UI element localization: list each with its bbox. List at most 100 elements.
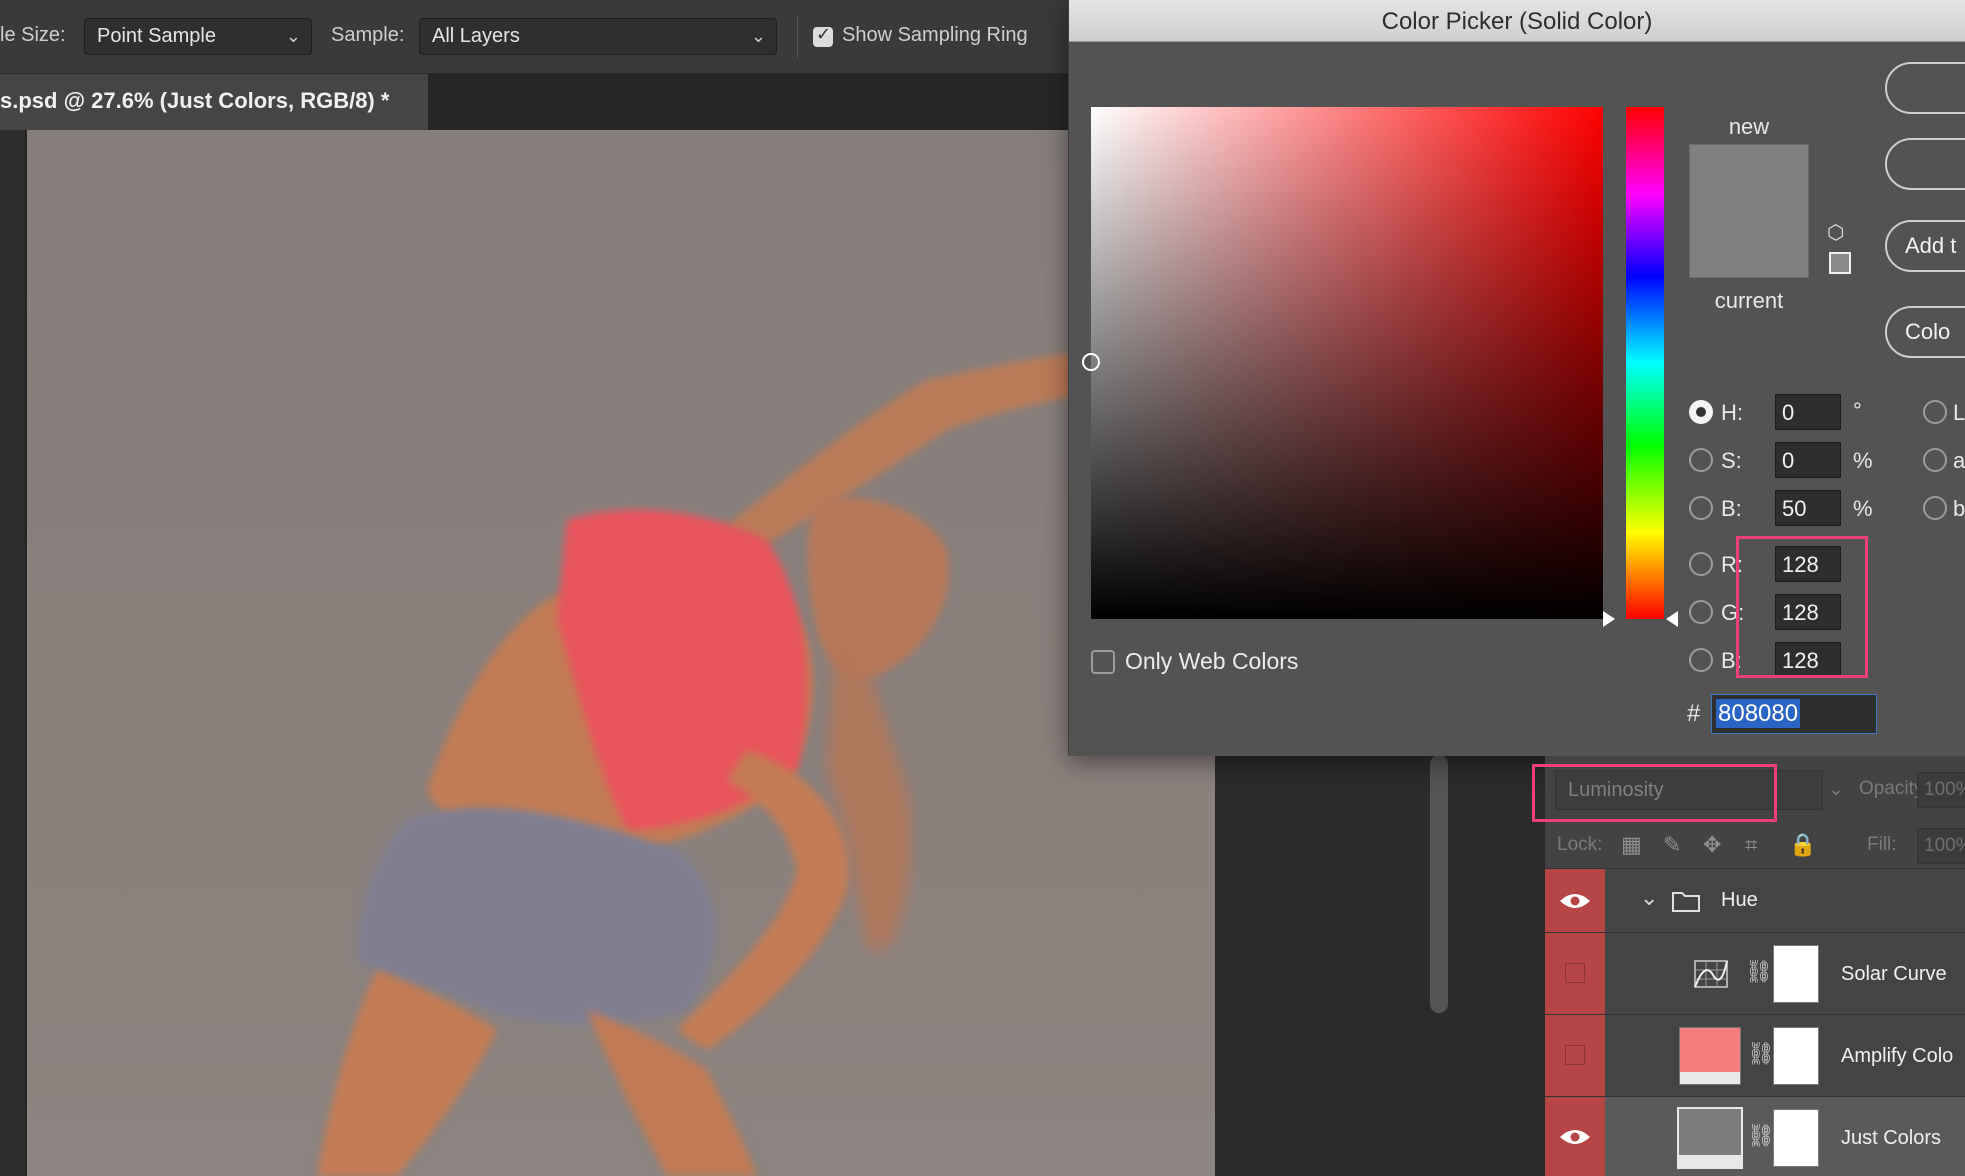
lock-label: Lock: bbox=[1557, 834, 1603, 855]
sample-size-value: Point Sample bbox=[97, 25, 216, 47]
sample-select[interactable]: All Layers ⌄ bbox=[419, 18, 777, 55]
vertical-ruler bbox=[0, 130, 26, 1176]
visibility-column bbox=[1545, 933, 1605, 1014]
rgb-highlight bbox=[1736, 536, 1868, 678]
eye-icon[interactable] bbox=[1559, 891, 1591, 911]
layer-name: Just Colors bbox=[1841, 1127, 1942, 1149]
lock-transparent-pixels-icon[interactable]: ▦ bbox=[1621, 832, 1642, 858]
document-tab[interactable]: s.psd @ 27.6% (Just Colors, RGB/8) * bbox=[0, 74, 428, 130]
current-color-label: current bbox=[1714, 288, 1784, 313]
opacity-input[interactable]: 100% bbox=[1917, 772, 1965, 808]
hue-input[interactable]: 0 bbox=[1775, 394, 1841, 430]
link-icon[interactable]: ⛓ bbox=[1745, 959, 1773, 985]
photoshop-window: le Size: Point Sample ⌄ Sample: All Laye… bbox=[0, 0, 1965, 1176]
add-to-swatches-button[interactable]: Add t bbox=[1885, 220, 1965, 272]
hex-input[interactable]: 808080 bbox=[1711, 694, 1877, 734]
lightness-label: L bbox=[1953, 400, 1965, 425]
brightness-input[interactable]: 50 bbox=[1775, 490, 1841, 526]
green-radio[interactable] bbox=[1689, 600, 1713, 624]
cube-icon[interactable]: ⬡ bbox=[1827, 220, 1844, 245]
layer-thumbnail[interactable] bbox=[1679, 1027, 1741, 1085]
visibility-toggle[interactable] bbox=[1565, 963, 1585, 983]
hue-slider[interactable] bbox=[1626, 107, 1664, 619]
lightness-radio[interactable] bbox=[1923, 400, 1947, 424]
dialog-titlebar[interactable]: Color Picker (Solid Color) bbox=[1069, 0, 1965, 42]
saturation-input[interactable]: 0 bbox=[1775, 442, 1841, 478]
color-cursor[interactable] bbox=[1082, 353, 1100, 371]
curves-adjustment-icon bbox=[1694, 960, 1728, 988]
document-canvas[interactable] bbox=[27, 130, 1215, 1176]
web-safe-swatch-icon[interactable] bbox=[1829, 252, 1851, 274]
layer-mask-thumbnail[interactable] bbox=[1773, 1109, 1819, 1167]
layer-row-hue[interactable]: ⌄ Hue bbox=[1545, 868, 1965, 932]
dialog-title: Color Picker (Solid Color) bbox=[1381, 8, 1653, 35]
canvas-image bbox=[317, 344, 1215, 1176]
visibility-column bbox=[1545, 1015, 1605, 1096]
document-tab-bar: s.psd @ 27.6% (Just Colors, RGB/8) * bbox=[0, 74, 1100, 130]
visibility-column bbox=[1545, 1097, 1605, 1176]
hex-value: 808080 bbox=[1716, 699, 1801, 728]
sample-size-label: le Size: bbox=[0, 24, 66, 46]
color-swatch[interactable] bbox=[1689, 144, 1809, 278]
link-icon[interactable]: ⛓ bbox=[1747, 1123, 1775, 1149]
visibility-toggle[interactable] bbox=[1565, 1045, 1585, 1065]
chevron-down-icon: ⌄ bbox=[750, 26, 766, 46]
sample-value: All Layers bbox=[432, 25, 520, 47]
layers-panel: Luminosity ⌄ Opacity: 100% Lock: ▦ ✎ ✥ ⌗… bbox=[1532, 756, 1965, 1176]
layer-thumbnail[interactable] bbox=[1677, 1107, 1743, 1169]
show-sampling-ring-label: Show Sampling Ring bbox=[842, 24, 1028, 46]
saturation-radio[interactable] bbox=[1689, 448, 1713, 472]
brightness-label: B: bbox=[1721, 496, 1742, 521]
saturation-brightness-field[interactable] bbox=[1082, 107, 1603, 619]
document-tab-title: s.psd @ 27.6% (Just Colors, RGB/8) * bbox=[0, 88, 390, 113]
layer-row-solar-curve[interactable]: ⛓ Solar Curve bbox=[1545, 932, 1965, 1014]
lock-artboard-icon[interactable]: ⌗ bbox=[1745, 832, 1757, 858]
fill-input[interactable]: 100% bbox=[1917, 828, 1965, 864]
eye-icon[interactable] bbox=[1559, 1127, 1591, 1147]
sample-label: Sample: bbox=[331, 24, 405, 46]
only-web-colors-checkbox[interactable] bbox=[1091, 650, 1115, 674]
chevron-down-icon: ⌄ bbox=[1828, 779, 1844, 800]
blend-mode-highlight bbox=[1532, 764, 1777, 822]
color-picker-dialog: Color Picker (Solid Color) new current ⬡… bbox=[1068, 0, 1965, 756]
only-web-colors-label: Only Web Colors bbox=[1125, 648, 1299, 674]
canvas-scrollbar[interactable] bbox=[1430, 755, 1448, 1013]
lock-all-icon[interactable]: 🔒 bbox=[1789, 832, 1816, 858]
lock-position-icon[interactable]: ✥ bbox=[1703, 832, 1721, 858]
link-icon[interactable]: ⛓ bbox=[1747, 1041, 1775, 1067]
hex-symbol: # bbox=[1687, 700, 1701, 727]
new-color-label: new bbox=[1728, 114, 1770, 139]
chevron-down-icon[interactable]: ⌄ bbox=[1640, 885, 1658, 911]
lock-image-pixels-icon[interactable]: ✎ bbox=[1663, 832, 1681, 858]
saturation-label: S: bbox=[1721, 448, 1742, 473]
sample-size-select[interactable]: Point Sample ⌄ bbox=[84, 18, 312, 55]
ok-button[interactable] bbox=[1885, 62, 1965, 114]
slider-left-arrow-icon[interactable] bbox=[1603, 611, 1615, 627]
slider-right-arrow-icon[interactable] bbox=[1666, 611, 1678, 627]
layer-mask-thumbnail[interactable] bbox=[1773, 945, 1819, 1003]
cancel-button[interactable] bbox=[1885, 138, 1965, 190]
b-channel-radio[interactable] bbox=[1923, 496, 1947, 520]
b-channel-label: b bbox=[1953, 496, 1965, 521]
layer-name: Hue bbox=[1721, 889, 1758, 911]
layer-mask-thumbnail[interactable] bbox=[1773, 1027, 1819, 1085]
saturation-unit: % bbox=[1853, 448, 1873, 473]
brightness-unit: % bbox=[1853, 496, 1873, 521]
layer-row-amplify-colors[interactable]: ⛓ Amplify Colo bbox=[1545, 1014, 1965, 1096]
show-sampling-ring-checkbox[interactable] bbox=[813, 24, 833, 47]
visibility-column bbox=[1545, 869, 1605, 932]
a-channel-radio[interactable] bbox=[1923, 448, 1947, 472]
red-radio[interactable] bbox=[1689, 552, 1713, 576]
layer-name: Amplify Colo bbox=[1841, 1045, 1954, 1067]
brightness-radio[interactable] bbox=[1689, 496, 1713, 520]
folder-icon bbox=[1672, 892, 1700, 912]
a-channel-label: a bbox=[1953, 448, 1965, 473]
fill-label: Fill: bbox=[1867, 834, 1897, 855]
canvas-area bbox=[0, 130, 1220, 1176]
hue-radio[interactable] bbox=[1689, 400, 1713, 424]
layer-row-just-colors[interactable]: ⛓ Just Colors bbox=[1545, 1096, 1965, 1176]
color-libraries-button[interactable]: Colo bbox=[1885, 306, 1965, 358]
layer-name: Solar Curve bbox=[1841, 963, 1947, 985]
options-bar: le Size: Point Sample ⌄ Sample: All Laye… bbox=[0, 0, 1100, 74]
blue-radio[interactable] bbox=[1689, 648, 1713, 672]
